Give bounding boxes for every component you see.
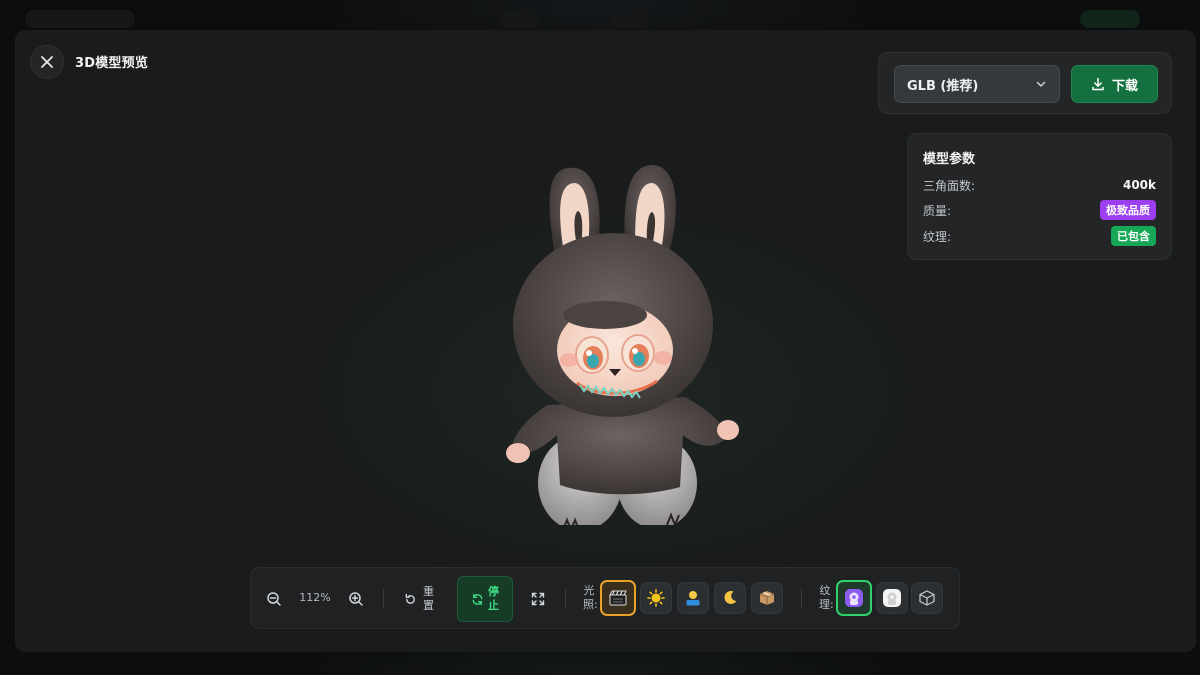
lighting-portrait-button[interactable] (677, 582, 709, 614)
close-button[interactable] (30, 45, 64, 79)
param-label: 三角面数: (923, 178, 976, 193)
zoom-in-icon (349, 592, 363, 606)
chevron-down-icon (1036, 81, 1046, 87)
param-row-texture: 纹理: 已包含 (923, 226, 1156, 246)
params-title: 模型参数 (923, 152, 976, 167)
viewer-toolbar: 112% 重置 停止 光照: 纹理: (250, 567, 960, 629)
night-lighting-icon (724, 591, 737, 605)
backdrop-blur-block (610, 10, 650, 28)
download-button[interactable]: 下载 (1071, 65, 1158, 103)
backdrop-blur-block (500, 10, 540, 28)
close-icon (41, 56, 53, 68)
quality-badge: 极致品质 (1100, 200, 1156, 220)
lighting-studio-button[interactable] (600, 580, 636, 616)
preview-modal: 3D模型预览 GLB (推荐) 下载 模型参数 三角面数: 400k 质量: 极… (15, 30, 1196, 652)
lighting-night-button[interactable] (714, 582, 746, 614)
format-select[interactable]: GLB (推荐) (894, 65, 1060, 103)
model-params-panel: 模型参数 三角面数: 400k 质量: 极致品质 纹理: 已包含 (907, 133, 1172, 260)
toolbar-divider (565, 589, 566, 609)
auto-rotate-toggle[interactable]: 停止 (457, 576, 513, 622)
download-icon (1092, 77, 1104, 91)
lighting-sun-button[interactable] (640, 582, 672, 614)
param-label: 质量: (923, 203, 952, 218)
toolbar-divider (801, 589, 802, 609)
lighting-label: 光照: (583, 584, 598, 611)
model-hood-fringe (563, 301, 647, 329)
lighting-box-button[interactable] (751, 582, 783, 614)
texture-color-icon (845, 589, 863, 607)
fullscreen-button[interactable] (529, 590, 547, 608)
download-panel: GLB (推荐) 下载 (878, 52, 1172, 114)
sun-lighting-icon (647, 589, 665, 607)
texture-badge: 已包含 (1111, 226, 1156, 246)
texture-wireframe-icon (919, 590, 935, 606)
reset-icon (405, 593, 415, 604)
fullscreen-icon (531, 592, 545, 606)
param-value-triangles: 400k (1122, 178, 1156, 192)
param-row-triangles: 三角面数: 400k (923, 175, 1156, 195)
zoom-out-button[interactable] (265, 590, 283, 608)
reset-view-button[interactable]: 重置 (401, 585, 437, 613)
texture-white-icon (883, 589, 901, 607)
zoom-out-icon (267, 592, 281, 606)
texture-color-button[interactable] (836, 580, 872, 616)
3d-model-viewport[interactable] (485, 135, 745, 525)
backdrop-blur-block (1080, 10, 1140, 28)
backdrop-blur-block (25, 10, 135, 28)
texture-white-button[interactable] (876, 582, 908, 614)
param-row-quality: 质量: 极致品质 (923, 200, 1156, 220)
texture-label: 纹理: (819, 584, 834, 611)
studio-lighting-icon (609, 590, 627, 606)
page-title: 3D模型预览 (75, 56, 149, 71)
rotate-icon (472, 593, 482, 605)
model-hand-left (506, 443, 530, 463)
auto-rotate-label: 停止 (488, 585, 499, 612)
zoom-level: 112% (299, 591, 331, 604)
portrait-lighting-icon (686, 591, 700, 606)
box-lighting-icon (759, 591, 775, 605)
reset-label: 重置 (423, 585, 434, 612)
format-select-value: GLB (推荐) (907, 78, 979, 94)
model-hand-right (717, 420, 739, 440)
download-button-label: 下载 (1111, 78, 1138, 94)
param-label: 纹理: (923, 229, 952, 244)
texture-wireframe-button[interactable] (911, 582, 943, 614)
zoom-in-button[interactable] (347, 590, 365, 608)
toolbar-divider (383, 589, 384, 609)
